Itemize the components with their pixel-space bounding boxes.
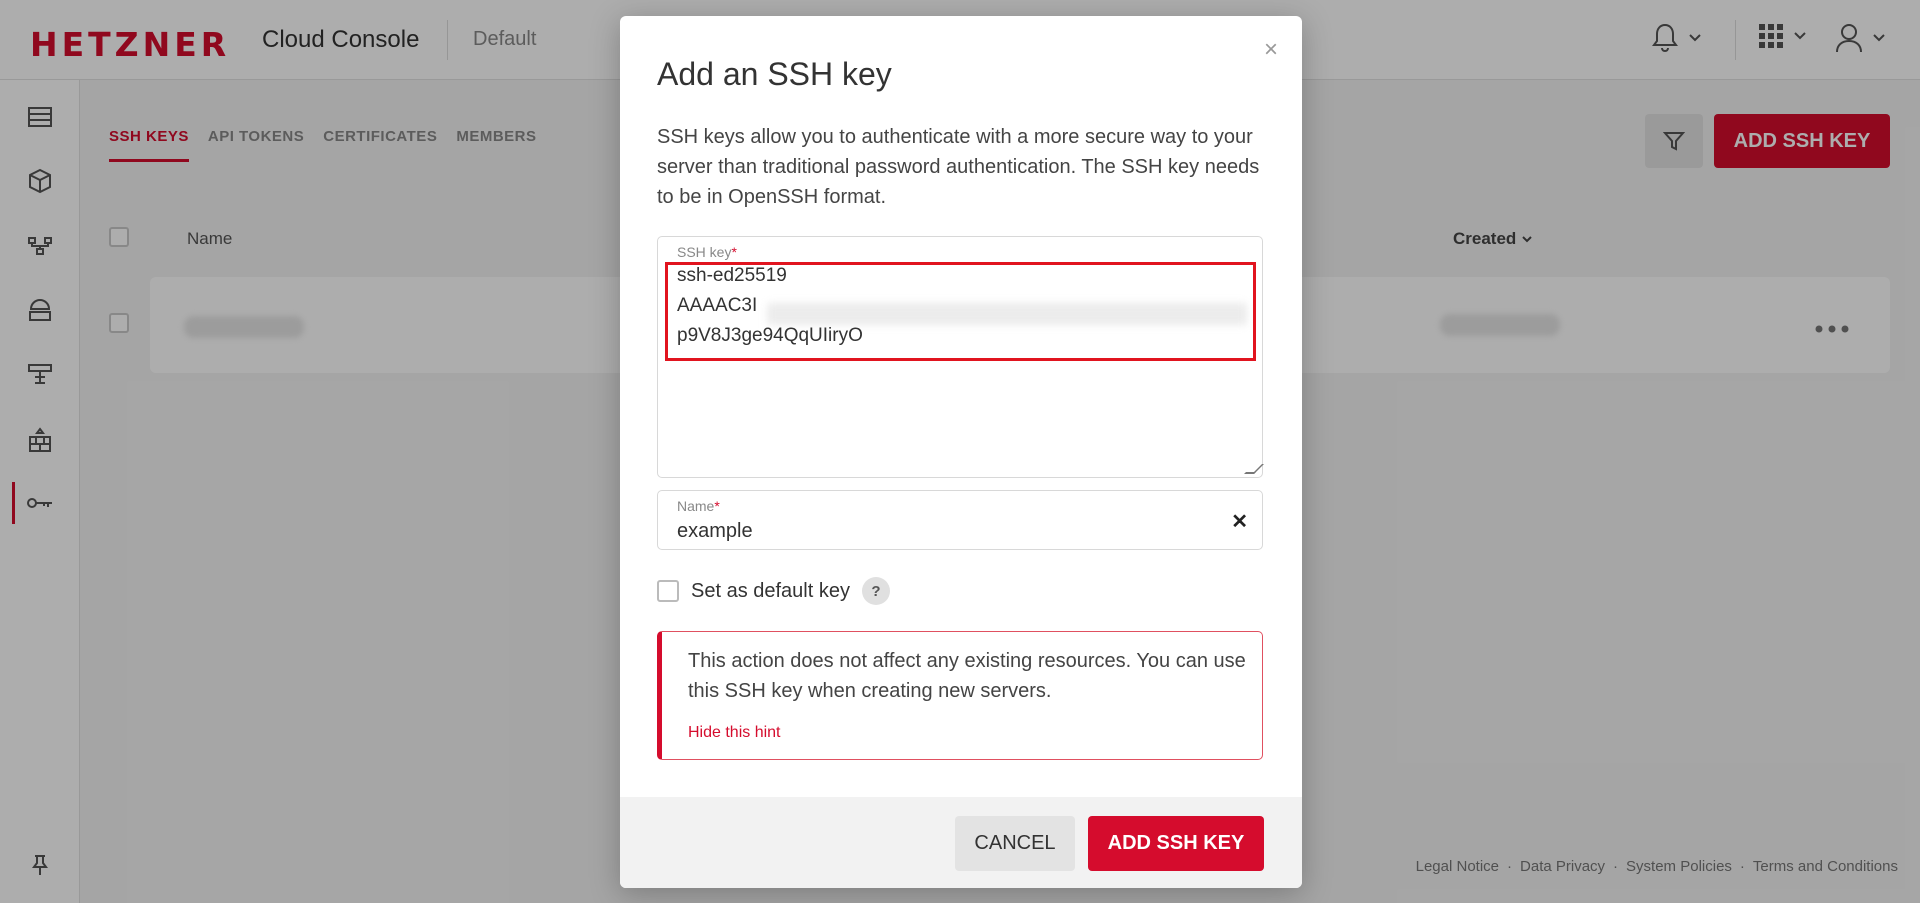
dialog-title: Add an SSH key bbox=[657, 56, 892, 92]
cancel-button[interactable]: CANCEL bbox=[955, 816, 1075, 871]
ssh-key-textarea[interactable]: SSH key* ssh-ed25519 AAAAC3I p9V8J3ge94Q… bbox=[657, 236, 1264, 478]
required-marker: * bbox=[731, 244, 737, 260]
clear-icon[interactable]: ✕ bbox=[1231, 509, 1248, 534]
ssh-key-label-text: SSH key bbox=[677, 244, 732, 260]
submit-add-ssh-key-button[interactable]: ADD SSH KEY bbox=[1088, 816, 1264, 871]
hint-text: This action does not affect any existing… bbox=[688, 650, 1246, 702]
name-value: example bbox=[677, 520, 753, 542]
default-key-option: Set as default key ? bbox=[657, 577, 890, 605]
textarea-resize-handle[interactable] bbox=[1244, 464, 1264, 474]
name-label: Name* bbox=[677, 498, 720, 514]
hint-box: This action does not affect any existing… bbox=[657, 631, 1263, 760]
ssh-key-label: SSH key* bbox=[677, 244, 737, 260]
required-marker: * bbox=[714, 498, 720, 514]
close-icon[interactable]: × bbox=[1264, 36, 1278, 64]
hide-hint-link[interactable]: Hide this hint bbox=[688, 724, 781, 742]
name-field[interactable]: Name* example ✕ bbox=[657, 490, 1263, 550]
help-icon[interactable]: ? bbox=[861, 577, 890, 605]
add-ssh-key-dialog: × Add an SSH key SSH keys allow you to a… bbox=[620, 16, 1302, 888]
default-key-checkbox[interactable] bbox=[657, 580, 679, 602]
name-label-text: Name bbox=[677, 498, 715, 514]
default-key-label[interactable]: Set as default key bbox=[691, 580, 850, 603]
dialog-description: SSH keys allow you to authenticate with … bbox=[657, 126, 1260, 208]
ssh-key-highlight-box bbox=[665, 262, 1256, 361]
